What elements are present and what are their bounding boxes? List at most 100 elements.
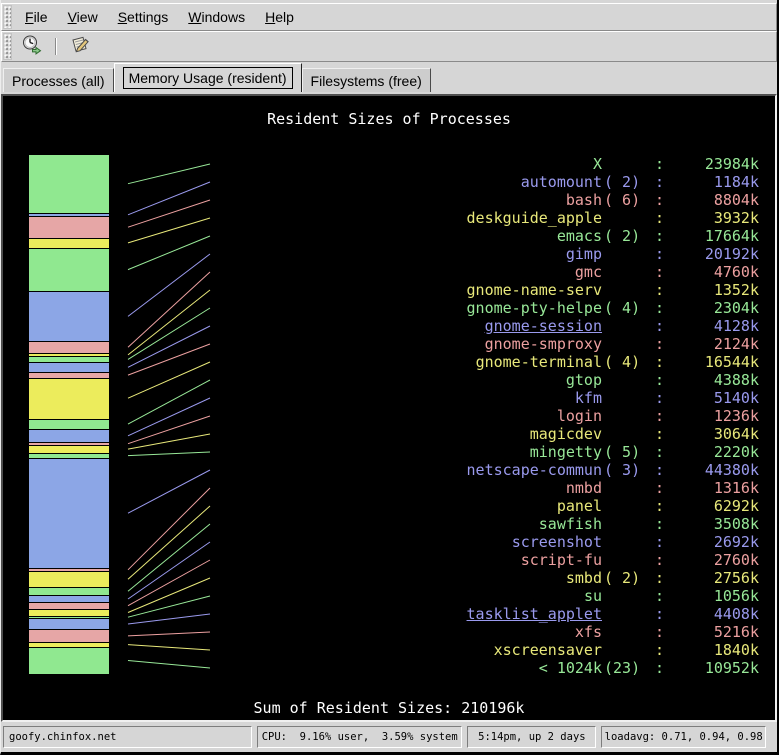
- process-row-xfs: xfs:5216k: [351, 623, 759, 641]
- process-size-list: X:23984kautomount( 2):1184kbash( 6):8804…: [351, 155, 759, 677]
- leader-line-panel: [128, 506, 210, 579]
- process-row-kfm: kfm:5140k: [351, 389, 759, 407]
- menu-bar: FileViewSettingsWindowsHelp: [1, 3, 777, 31]
- colon-separator: :: [655, 191, 664, 209]
- leader-line-gnome-session: [128, 326, 210, 367]
- process-size: 1056k: [664, 587, 759, 605]
- leader-line-gtop: [128, 380, 210, 424]
- toolbar-button-timer[interactable]: [17, 33, 47, 60]
- bar-segment-script-fu: [29, 602, 109, 609]
- colon-separator: :: [655, 209, 664, 227]
- colon-separator: :: [655, 407, 664, 425]
- status-panel-cpu: CPU: 9.16% user, 3.59% system: [257, 726, 462, 748]
- leader-line-1024k: [128, 661, 210, 669]
- toolbar: [1, 31, 777, 62]
- leader-line-gimp: [128, 254, 210, 316]
- process-count: ( 2): [604, 173, 644, 191]
- process-name: kfm: [351, 389, 602, 407]
- menubar-grip-handle[interactable]: [3, 5, 12, 29]
- bar-segment-gnome-session: [29, 362, 109, 372]
- colon-separator: :: [655, 155, 664, 173]
- menu-item-settings[interactable]: Settings: [108, 5, 179, 29]
- menu-item-file[interactable]: File: [15, 5, 58, 29]
- process-size: 16544k: [664, 353, 759, 371]
- process-row-gnome-smproxy: gnome-smproxy:2124k: [351, 335, 759, 353]
- process-row-gnome-pty-helpe: gnome-pty-helpe( 4):2304k: [351, 299, 759, 317]
- toolbar-button-edit[interactable]: [65, 33, 95, 60]
- process-row-gnome-session: gnome-session:4128k: [351, 317, 759, 335]
- leader-line-xscreensaver: [128, 645, 210, 650]
- process-name: X: [351, 155, 602, 173]
- process-size: 5140k: [664, 389, 759, 407]
- menu-item-help[interactable]: Help: [255, 5, 304, 29]
- leader-line-x: [128, 164, 210, 184]
- process-count: ( 4): [604, 353, 644, 371]
- bar-segment-kfm: [29, 429, 109, 442]
- process-name: login: [351, 407, 602, 425]
- process-size: 1316k: [664, 479, 759, 497]
- process-name: gnome-pty-helpe: [351, 299, 602, 317]
- memory-stacked-bar: [29, 154, 109, 674]
- process-name: deskguide_apple: [351, 209, 602, 227]
- colon-separator: :: [655, 335, 664, 353]
- leader-line-gnome-smproxy: [128, 344, 210, 375]
- toolbar-grip-handle[interactable]: [3, 33, 12, 60]
- colon-separator: :: [655, 587, 664, 605]
- process-row-magicdev: magicdev:3064k: [351, 425, 759, 443]
- leader-line-mingetty: [128, 452, 210, 456]
- colon-separator: :: [655, 497, 664, 515]
- process-name: tasklist_applet: [351, 605, 602, 623]
- leader-line-automount: [128, 182, 210, 215]
- bar-segment-tasklist-applet: [29, 618, 109, 629]
- process-row-automount: automount( 2):1184k: [351, 173, 759, 191]
- process-row-gnome-terminal: gnome-terminal( 4):16544k: [351, 353, 759, 371]
- process-count: (23): [604, 659, 644, 677]
- colon-separator: :: [655, 299, 664, 317]
- leader-line-netscape-commun: [128, 470, 210, 513]
- colon-separator: :: [655, 515, 664, 533]
- memory-chart-drawing-area: Resident Sizes of Processes X:23984kauto…: [3, 96, 775, 720]
- process-name: gnome-session: [351, 317, 602, 335]
- process-size: 17664k: [664, 227, 759, 245]
- leader-line-gmc: [128, 272, 210, 347]
- colon-separator: :: [655, 623, 664, 641]
- colon-separator: :: [655, 551, 664, 569]
- process-size: 1840k: [664, 641, 759, 659]
- process-size: 2756k: [664, 569, 759, 587]
- process-size: 3932k: [664, 209, 759, 227]
- colon-separator: :: [655, 245, 664, 263]
- toolbar-separator: [55, 38, 57, 55]
- process-row-emacs: emacs( 2):17664k: [351, 227, 759, 245]
- bar-segment-gnome-terminal: [29, 378, 109, 419]
- process-name: panel: [351, 497, 602, 515]
- leader-line-gnome-pty-helpe: [128, 308, 210, 359]
- colon-separator: :: [655, 371, 664, 389]
- process-size: 20192k: [664, 245, 759, 263]
- menu-item-windows[interactable]: Windows: [178, 5, 255, 29]
- leader-line-magicdev: [128, 434, 210, 449]
- process-name: automount: [351, 173, 602, 191]
- tab-memory-usage-resident[interactable]: Memory Usage (resident): [114, 63, 302, 92]
- process-count: ( 2): [604, 227, 644, 245]
- process-row-gtop: gtop:4388k: [351, 371, 759, 389]
- process-size: 2124k: [664, 335, 759, 353]
- memory-chart-panel: Resident Sizes of Processes X:23984kauto…: [1, 94, 777, 722]
- notebook-tabs: Processes (all)Memory Usage (resident)Fi…: [1, 62, 777, 92]
- menu-item-view[interactable]: View: [58, 5, 108, 29]
- leader-line-xfs: [128, 632, 210, 636]
- tab-processes-all[interactable]: Processes (all): [3, 68, 114, 92]
- process-size: 23984k: [664, 155, 759, 173]
- process-count: ( 5): [604, 443, 644, 461]
- status-panel-uptime: 5:14pm, up 2 days: [467, 726, 596, 748]
- tab-filesystems-free[interactable]: Filesystems (free): [302, 68, 431, 92]
- process-name: gimp: [351, 245, 602, 263]
- bar-segment-xfs: [29, 629, 109, 642]
- process-name: gnome-terminal: [351, 353, 602, 371]
- process-size: 3508k: [664, 515, 759, 533]
- colon-separator: :: [655, 659, 664, 677]
- process-size: 1236k: [664, 407, 759, 425]
- leader-line-gnome-name-serv: [128, 290, 210, 355]
- process-row-gnome-name-serv: gnome-name-serv:1352k: [351, 281, 759, 299]
- colon-separator: :: [655, 227, 664, 245]
- bar-segment-sawfish: [29, 587, 109, 596]
